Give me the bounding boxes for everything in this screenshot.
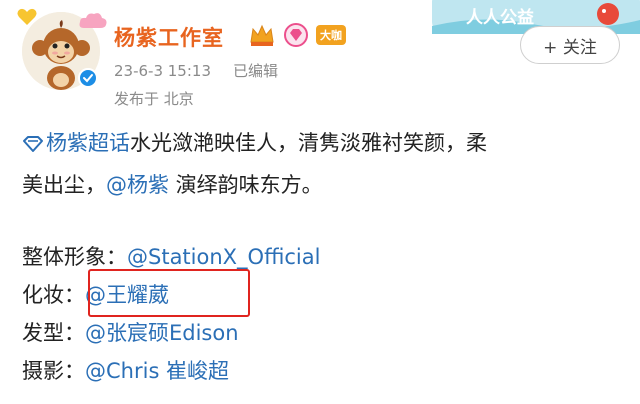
user-badges: 大咖 bbox=[248, 22, 346, 48]
username[interactable]: 杨紫工作室 bbox=[114, 22, 224, 52]
post-line-2: 美出尘，@杨紫 演绎韵味东方。 bbox=[22, 170, 323, 200]
credit-mention[interactable]: @StationX_Official bbox=[127, 245, 320, 269]
credit-label: 摄影： bbox=[22, 359, 85, 383]
avatar-container[interactable] bbox=[17, 8, 107, 90]
diamond-badge-icon bbox=[284, 23, 308, 47]
crown-badge-icon bbox=[250, 24, 274, 46]
highlight-annotation-box bbox=[88, 269, 250, 317]
credit-mention[interactable]: @Chris 崔峻超 bbox=[85, 359, 229, 383]
edited-label[interactable]: 已编辑 bbox=[233, 62, 278, 80]
credit-label: 化妆： bbox=[22, 283, 85, 307]
credit-label: 整体形象： bbox=[22, 245, 127, 269]
banner-text: 人人公益 bbox=[466, 7, 534, 28]
super-topic-icon bbox=[23, 136, 43, 152]
credit-row: 整体形象：@StationX_Official bbox=[22, 242, 320, 272]
topic-label: 杨紫超话 bbox=[46, 131, 130, 155]
post-meta: 23-6-3 15:13 已编辑 bbox=[114, 60, 278, 81]
post-location: 发布于 北京 bbox=[114, 90, 194, 108]
post-line-1: 杨紫超话水光潋滟映佳人，清隽淡雅衬笑颜，柔 bbox=[22, 128, 487, 158]
post-line-2-post: 演绎韵味东方。 bbox=[169, 173, 323, 197]
credit-mention[interactable]: @张宸硕Edison bbox=[85, 321, 239, 345]
post-time: 23-6-3 15:13 bbox=[114, 62, 211, 80]
follow-button[interactable]: + 关注 bbox=[520, 26, 620, 64]
mention-yangzi[interactable]: @杨紫 bbox=[106, 173, 169, 197]
credit-row: 摄影：@Chris 崔峻超 bbox=[22, 356, 229, 386]
big-v-badge: 大咖 bbox=[316, 25, 346, 45]
credit-label: 发型： bbox=[22, 321, 85, 345]
heart-icon bbox=[17, 8, 37, 25]
credit-row: 发型：@张宸硕Edison bbox=[22, 318, 239, 348]
topic-link[interactable]: 杨紫超话 bbox=[22, 131, 130, 155]
post-line-2-pre: 美出尘， bbox=[22, 173, 106, 197]
post-line-1-text: 水光潋滟映佳人，清隽淡雅衬笑颜，柔 bbox=[130, 131, 487, 155]
cloud-icon bbox=[79, 13, 107, 28]
verified-badge-icon bbox=[78, 68, 98, 88]
